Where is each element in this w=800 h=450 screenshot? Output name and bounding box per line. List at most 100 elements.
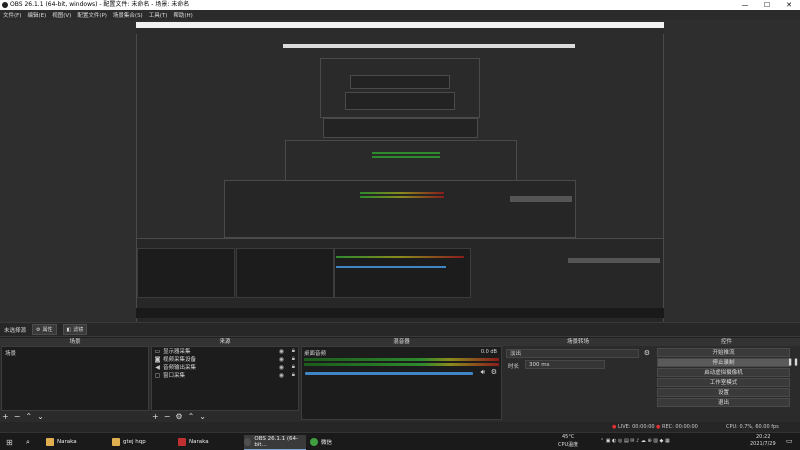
- add-scene-button[interactable]: +: [2, 412, 9, 421]
- menu-tools[interactable]: 工具(T): [149, 11, 168, 19]
- lock-icon[interactable]: 🔒︎: [292, 355, 295, 363]
- remove-scene-button[interactable]: −: [14, 412, 21, 421]
- clock-time[interactable]: 20:22: [756, 434, 770, 440]
- studio-mode-button[interactable]: 工作室模式: [657, 378, 790, 387]
- filters-button[interactable]: ◧ 滤镜: [62, 324, 88, 335]
- pause-icon[interactable]: ❚❚: [787, 358, 799, 366]
- lock-icon[interactable]: 🔒︎: [292, 371, 295, 379]
- windows-start-icon[interactable]: ⊞: [6, 435, 13, 449]
- minimize-button[interactable]: —: [734, 0, 756, 10]
- start-streaming-button[interactable]: 开始推流: [657, 348, 790, 357]
- taskbar: ⊞ ⌕ Naraka gtej hqp Naraka OBS 26.1.1 (6…: [0, 432, 800, 450]
- wechat-icon: [310, 438, 318, 446]
- visibility-eye-icon[interactable]: ◉: [279, 372, 284, 379]
- nested-frame-5: [323, 118, 478, 138]
- close-button[interactable]: ✕: [778, 0, 800, 10]
- menu-view[interactable]: 视图(V): [52, 11, 71, 19]
- source-label: 窗口采集: [163, 373, 186, 379]
- nested-sources-panel: [236, 248, 334, 298]
- menu-help[interactable]: 帮助(H): [173, 11, 192, 19]
- lock-icon[interactable]: 🔒︎: [292, 363, 295, 371]
- nested-control-highlight: [510, 196, 572, 202]
- remove-source-button[interactable]: −: [164, 412, 171, 421]
- maximize-button[interactable]: ☐: [756, 0, 778, 10]
- nested-frame-3: [350, 75, 450, 89]
- title-bar: OBS 26.1.1 (64-bit, windows) - 配置文件: 未命名…: [0, 0, 800, 10]
- source-row[interactable]: ▭ 显示器采集 ◉ 🔒︎: [152, 347, 298, 355]
- properties-label: 属性: [42, 327, 53, 333]
- source-label: 音频输出采集: [163, 365, 197, 371]
- gear-icon: ⚙: [36, 326, 41, 333]
- taskbar-item-label: Naraka: [57, 439, 77, 445]
- properties-button[interactable]: ⚙ 属性: [32, 324, 57, 335]
- visibility-eye-icon[interactable]: ◉: [279, 364, 284, 371]
- visibility-eye-icon[interactable]: ◉: [279, 356, 284, 363]
- volume-slider[interactable]: [305, 372, 473, 375]
- obs-logo-icon: [2, 2, 8, 8]
- tray-icons[interactable]: ⌃ ▣ ◐ ◎ ▤ ✉ ♪ ☁ ⊕ ▥ ◆ ▦: [600, 438, 670, 444]
- taskbar-item[interactable]: 微信: [310, 435, 360, 449]
- transitions-dock: 场景转场 淡出 ⚙ 时长 300 ms: [503, 338, 653, 422]
- source-row[interactable]: ◙ 视频采集设备 ◉ 🔒︎: [152, 355, 298, 363]
- menu-file[interactable]: 文件(F): [3, 11, 21, 19]
- mixer-gear-icon[interactable]: ⚙: [491, 368, 497, 376]
- lock-icon[interactable]: 🔒︎: [292, 347, 295, 355]
- source-row[interactable]: ▢ 窗口采集 ◉ 🔒︎: [152, 371, 298, 379]
- scenes-toolbar: + − ⌃ ⌄: [2, 412, 44, 421]
- window-icon: ▢: [154, 371, 161, 379]
- transition-type-select[interactable]: 淡出: [506, 349, 639, 358]
- taskbar-item-label: 微信: [321, 440, 333, 446]
- taskbar-item[interactable]: Naraka: [178, 435, 240, 449]
- menu-bar: 文件(F) 编辑(E) 视图(V) 配置文件(P) 场景集合(S) 工具(T) …: [0, 10, 800, 20]
- clock-date[interactable]: 2021/7/29: [750, 441, 776, 447]
- nested-frame-1: [283, 44, 575, 48]
- scenes-list[interactable]: 场景: [1, 346, 149, 411]
- add-source-button[interactable]: +: [152, 412, 159, 421]
- duration-input[interactable]: 300 ms: [525, 360, 605, 369]
- monitor-icon: ▭: [154, 347, 161, 355]
- speaker-icon[interactable]: 🔊︎: [481, 368, 485, 377]
- window-title: OBS 26.1.1 (64-bit, windows) - 配置文件: 未命名…: [10, 1, 190, 8]
- start-virtual-camera-button[interactable]: 启动虚拟摄像机: [657, 368, 790, 377]
- temperature-label: CPU温度: [558, 442, 579, 448]
- visibility-eye-icon[interactable]: ◉: [279, 348, 284, 355]
- filters-label: 滤镜: [73, 327, 84, 333]
- speaker-icon: ◀: [155, 363, 160, 371]
- sources-header: 来源: [150, 338, 300, 346]
- source-properties-gear-icon[interactable]: ⚙: [175, 412, 182, 421]
- nested-meter-3: [360, 192, 444, 194]
- source-row[interactable]: ◀ 音频输出采集 ◉ 🔒︎: [152, 363, 298, 371]
- mixer-body: 桌面音频 0.0 dB 🔊︎ ⚙: [301, 346, 502, 420]
- settings-button[interactable]: 设置: [657, 388, 790, 397]
- rec-time: REC: 00:00:00: [662, 424, 698, 430]
- sources-list[interactable]: ▭ 显示器采集 ◉ 🔒︎ ◙ 视频采集设备 ◉ 🔒︎ ◀ 音频输出采集 ◉ 🔒︎…: [151, 346, 299, 411]
- mixer-level-readout: 0.0 dB: [480, 349, 497, 355]
- controls-dock: 控件 开始推流 停止录制 启动虚拟摄像机 工作室模式 设置 退出 ❚❚: [653, 338, 800, 422]
- exit-button[interactable]: 退出: [657, 398, 790, 407]
- move-down-icon[interactable]: ⌄: [37, 412, 44, 421]
- move-down-icon[interactable]: ⌄: [199, 412, 206, 421]
- menu-profile[interactable]: 配置文件(P): [77, 11, 107, 19]
- taskbar-item[interactable]: gtej hqp: [112, 435, 174, 449]
- menu-edit[interactable]: 编辑(E): [27, 11, 46, 19]
- stop-recording-button[interactable]: 停止录制: [657, 358, 790, 367]
- live-dot-icon: ●: [612, 424, 617, 430]
- move-up-icon[interactable]: ⌃: [25, 412, 32, 421]
- mixer-channel-name: 桌面音频: [304, 351, 327, 357]
- scene-item[interactable]: 场景: [2, 347, 148, 359]
- folder-icon: [46, 438, 54, 446]
- move-up-icon[interactable]: ⌃: [188, 412, 195, 421]
- search-icon[interactable]: ⌕: [26, 435, 30, 449]
- taskbar-item-label: OBS 26.1.1 (64-bit...: [254, 436, 298, 448]
- nested-meter-4: [360, 196, 444, 198]
- transitions-header: 场景转场: [503, 338, 653, 346]
- taskbar-item-label: gtej hqp: [123, 439, 146, 445]
- notification-icon[interactable]: ▭: [786, 437, 793, 445]
- nested-scenes-panel: [137, 248, 235, 298]
- nested-meter-2: [372, 156, 440, 158]
- transition-gear-icon[interactable]: ⚙: [644, 349, 650, 357]
- menu-scene-collection[interactable]: 场景集合(S): [113, 11, 143, 19]
- taskbar-item[interactable]: Naraka: [46, 435, 108, 449]
- preview-canvas[interactable]: [0, 20, 800, 322]
- taskbar-item-active[interactable]: OBS 26.1.1 (64-bit...: [244, 435, 306, 450]
